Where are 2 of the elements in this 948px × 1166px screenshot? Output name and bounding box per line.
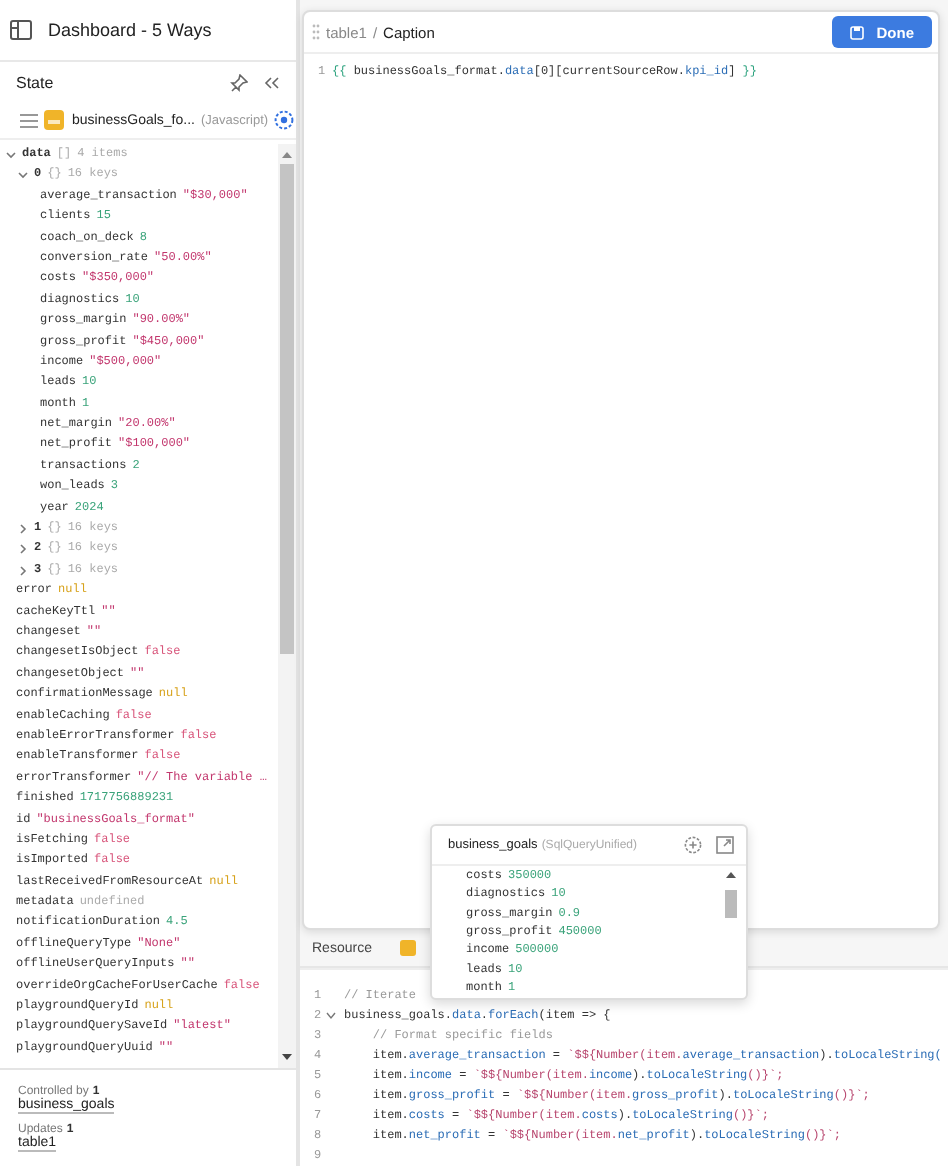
panel-title: State	[16, 73, 56, 91]
app-title: Dashboard - 5 Ways	[48, 20, 212, 40]
